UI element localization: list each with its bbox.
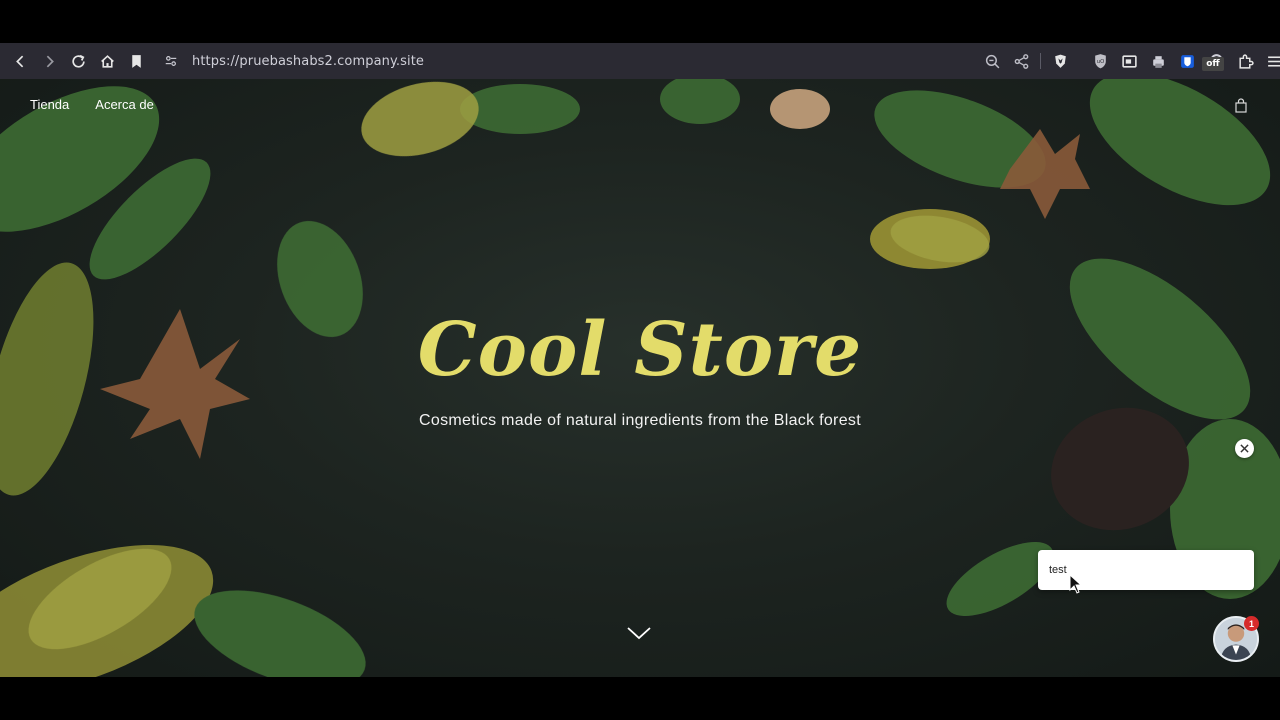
back-button[interactable] [6,47,34,75]
shopping-bag-button[interactable] [1233,98,1249,114]
bitwarden-button[interactable] [1173,47,1201,75]
hero-title: Cool Store [417,307,863,393]
url-text: https://pruebashabs2.company.site [192,53,425,69]
ublock-button[interactable]: uO [1086,47,1114,75]
window-extension-button[interactable] [1115,47,1143,75]
video-letterbox-top [0,0,1280,43]
brave-shields-icon [1054,54,1066,68]
print-extension-button[interactable] [1144,47,1172,75]
nav-link-acerca-de[interactable]: Acerca de [95,97,154,112]
nav-link-tienda[interactable]: Tienda [30,97,69,112]
zoom-button[interactable] [978,47,1006,75]
shopping-bag-icon [1235,98,1247,113]
chat-message-text: test [1049,564,1067,576]
zoom-icon [985,54,999,68]
unread-count-badge: 1 [1244,616,1259,631]
toolbar-separator [1040,53,1041,69]
video-letterbox-bottom [0,677,1280,720]
extension-off-badge: off [1202,57,1224,71]
printer-icon [1152,55,1164,68]
site-info-icon[interactable] [162,52,180,70]
menu-icon [1267,55,1280,67]
back-icon [15,55,23,67]
scroll-down-button[interactable] [626,625,652,641]
reload-button[interactable] [64,47,92,75]
svg-text:uO: uO [1096,59,1104,65]
navigation-buttons [6,47,150,75]
hero-subtitle: Cosmetics made of natural ingredients fr… [419,412,861,429]
share-button[interactable] [1007,47,1035,75]
chat-close-button[interactable] [1235,439,1254,458]
extensions-button[interactable] [1231,47,1259,75]
mouse-cursor [1069,573,1083,594]
reload-icon [71,54,85,68]
bitwarden-icon [1180,54,1194,68]
main-menu-button[interactable] [1260,47,1280,75]
share-icon [1014,53,1028,69]
browser-toolbar: https://pruebashabs2.company.site uO [0,43,1280,79]
window-icon [1121,54,1137,68]
cursor-arrow-icon [1069,573,1083,594]
close-icon [1240,444,1249,453]
forward-button[interactable] [35,47,63,75]
brave-shields-button[interactable] [1046,47,1074,75]
url-actions [978,47,1074,75]
site-navigation: Tienda Acerca de [30,97,154,112]
home-button[interactable] [93,47,121,75]
forward-icon [46,55,54,67]
extensions-icon [1238,53,1254,69]
ublock-icon: uO [1094,53,1106,68]
url-bar[interactable]: https://pruebashabs2.company.site [158,47,978,75]
bookmark-button[interactable] [122,47,150,75]
home-icon [100,54,114,68]
chevron-down-icon [627,627,651,640]
bookmark-icon [131,54,141,68]
extensions-bar: uO [1086,47,1280,75]
